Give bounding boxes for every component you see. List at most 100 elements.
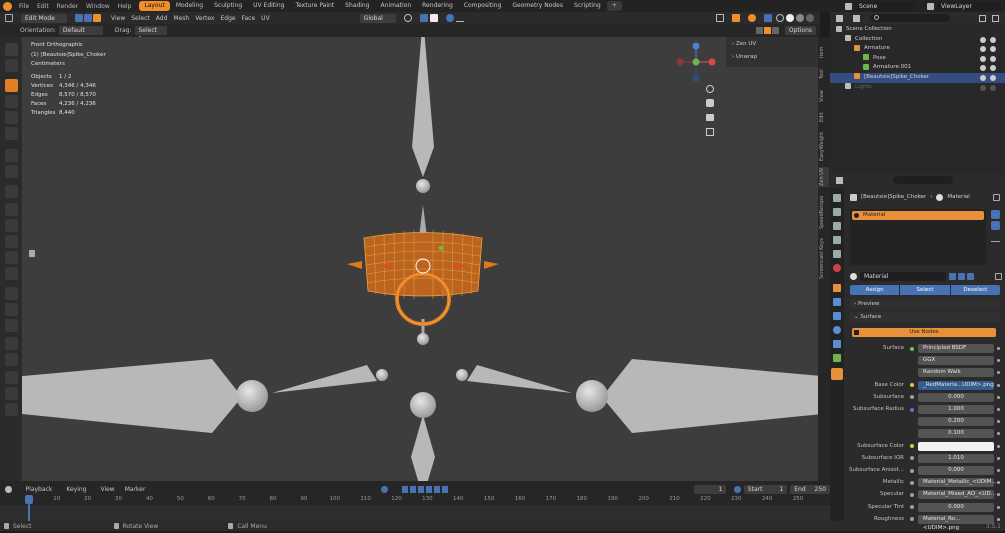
render-camera-icon[interactable] xyxy=(990,65,996,72)
shading-rendered-icon[interactable] xyxy=(806,14,814,22)
outliner-item[interactable]: Armature xyxy=(830,44,1005,54)
visibility-eye-icon[interactable] xyxy=(980,36,986,43)
knife-tool-icon[interactable] xyxy=(5,267,18,280)
annotate-tool-icon[interactable] xyxy=(5,149,18,162)
view-layer-selector[interactable]: ViewLayer xyxy=(937,1,1001,11)
tool-tab-icon[interactable] xyxy=(833,194,841,202)
socket-dot-icon[interactable] xyxy=(910,383,914,388)
inset-tool-icon[interactable] xyxy=(5,219,18,232)
cursor-tool-icon[interactable] xyxy=(5,59,18,72)
current-frame-field[interactable]: 1 xyxy=(694,484,727,494)
property-field[interactable]: Material_Mixed_AO_<UD... xyxy=(918,490,996,500)
menu-file[interactable]: File xyxy=(15,3,33,10)
perspective-grid-icon[interactable] xyxy=(706,128,714,136)
workspace-tab-sculpting[interactable]: Sculpting xyxy=(209,1,247,11)
play-reverse-icon[interactable] xyxy=(418,485,424,493)
property-field[interactable]: 0.100 xyxy=(918,429,994,439)
grab-tool-icon[interactable] xyxy=(5,403,18,416)
mesh-y-symmetry-icon[interactable] xyxy=(763,27,771,34)
scene-tab-icon[interactable] xyxy=(833,250,841,258)
workspace-tab-shading[interactable]: Shading xyxy=(340,1,374,11)
smooth-tool-icon[interactable] xyxy=(5,319,18,332)
workspace-tab-compositing[interactable]: Compositing xyxy=(459,1,507,11)
remove-slot-icon[interactable] xyxy=(991,221,1000,230)
proportional-falloff-icon[interactable] xyxy=(455,14,464,22)
shading-wireframe-icon[interactable] xyxy=(776,14,784,22)
modifier-tab-icon[interactable] xyxy=(833,298,841,306)
keyframe-dot-icon[interactable] xyxy=(997,359,1000,363)
property-field[interactable]: GGX xyxy=(918,356,994,366)
menu-view[interactable]: View xyxy=(111,15,125,22)
transform-tool-icon[interactable] xyxy=(5,127,18,140)
assign-button[interactable]: Assign xyxy=(850,285,900,295)
property-field[interactable]: 0.200 xyxy=(918,417,994,427)
viewport-marker-icon[interactable] xyxy=(29,250,35,257)
property-field[interactable]: Material_Metallic_<UDIM... xyxy=(918,478,997,488)
property-field[interactable] xyxy=(918,441,994,451)
sidebar-tab-edit[interactable]: Edit xyxy=(819,109,829,125)
start-frame-field[interactable]: Start 1 xyxy=(743,484,788,494)
move-tool-icon[interactable] xyxy=(5,79,18,92)
view-object-types-icon[interactable] xyxy=(716,14,724,22)
menu-face[interactable]: Face xyxy=(242,15,256,22)
output-tab-icon[interactable] xyxy=(833,222,841,230)
props-editor-icon[interactable] xyxy=(836,176,843,184)
gizmo-toggle-icon[interactable] xyxy=(732,14,740,22)
view-layer-tab-icon[interactable] xyxy=(833,236,841,244)
edge-slide-tool-icon[interactable] xyxy=(5,337,18,350)
outliner-editor-icon[interactable] xyxy=(836,14,843,22)
options-button[interactable]: Options xyxy=(784,26,816,35)
measure-tool-icon[interactable] xyxy=(5,165,18,178)
workspace-tab-geometry-nodes[interactable]: Geometry Nodes xyxy=(507,1,568,11)
scene-selector[interactable]: Scene xyxy=(855,1,915,11)
material-slot-item[interactable]: Material xyxy=(852,211,984,220)
keyframe-dot-icon[interactable] xyxy=(997,408,1000,411)
pivot-icon[interactable] xyxy=(403,14,412,22)
visibility-eye-icon[interactable] xyxy=(980,65,986,72)
sidebar-tab-view[interactable]: View xyxy=(819,87,829,105)
spin-tool-icon[interactable] xyxy=(5,303,18,316)
outliner-item[interactable]: Armature.001 xyxy=(830,63,1005,73)
keyframe-dot-icon[interactable] xyxy=(997,432,1000,436)
fake-user-icon[interactable] xyxy=(949,272,956,280)
select-mode-edge-icon[interactable] xyxy=(84,14,92,22)
menu-help[interactable]: Help xyxy=(114,3,136,10)
world-tab-icon[interactable] xyxy=(833,264,841,272)
editor-type-icon[interactable] xyxy=(5,14,13,22)
menu-vertex[interactable]: Vertex xyxy=(195,15,214,22)
next-keyframe-icon[interactable] xyxy=(434,485,440,493)
render-camera-icon[interactable] xyxy=(990,55,996,62)
constraints-tab-icon[interactable] xyxy=(833,340,841,348)
shrink-fatten-tool-icon[interactable] xyxy=(5,353,18,366)
data-tab-icon[interactable] xyxy=(833,354,841,362)
property-field[interactable]: 1.010 xyxy=(918,453,994,463)
timeline-track[interactable] xyxy=(0,505,830,521)
mode-selector[interactable]: Edit Mode xyxy=(21,13,67,23)
keyframe-dot-icon[interactable] xyxy=(997,347,1000,350)
socket-dot-icon[interactable] xyxy=(910,492,914,497)
keyframe-dot-icon[interactable] xyxy=(997,371,1000,375)
n-panel-zen-uv[interactable]: › Zen UV xyxy=(732,39,756,49)
sidebar-tab-zen-uv[interactable]: Zen UV xyxy=(819,167,829,187)
sidebar-tab-tool[interactable]: Tool xyxy=(819,65,829,83)
select-box-tool-icon[interactable] xyxy=(5,43,18,56)
render-camera-icon[interactable] xyxy=(990,84,996,91)
outliner-item[interactable]: Scene Collection xyxy=(830,25,1005,35)
outliner-item[interactable]: [Beautsie]Spike_Choker xyxy=(830,72,1005,83)
physics-tab-icon[interactable] xyxy=(833,326,841,334)
menu-uv[interactable]: UV xyxy=(261,15,270,22)
visibility-eye-icon[interactable] xyxy=(980,55,986,62)
property-field[interactable]: _RedMateria...UDIM>.png xyxy=(918,380,994,390)
property-field[interactable]: 1.000 xyxy=(918,405,994,414)
workspace-tab-rendering[interactable]: Rendering xyxy=(417,1,458,11)
filter-icon[interactable] xyxy=(979,14,986,22)
overlay-toggle-icon[interactable] xyxy=(748,14,756,22)
camera-view-icon[interactable] xyxy=(706,114,714,121)
object-tab-icon[interactable] xyxy=(833,284,841,292)
extrude-tool-icon[interactable] xyxy=(5,203,18,216)
link-type-icon[interactable] xyxy=(995,272,1002,280)
loop-cut-tool-icon[interactable] xyxy=(5,251,18,264)
jump-end-icon[interactable] xyxy=(442,485,448,493)
end-frame-field[interactable]: End 250 xyxy=(790,484,830,494)
select-mode-vertex-icon[interactable] xyxy=(75,14,83,22)
